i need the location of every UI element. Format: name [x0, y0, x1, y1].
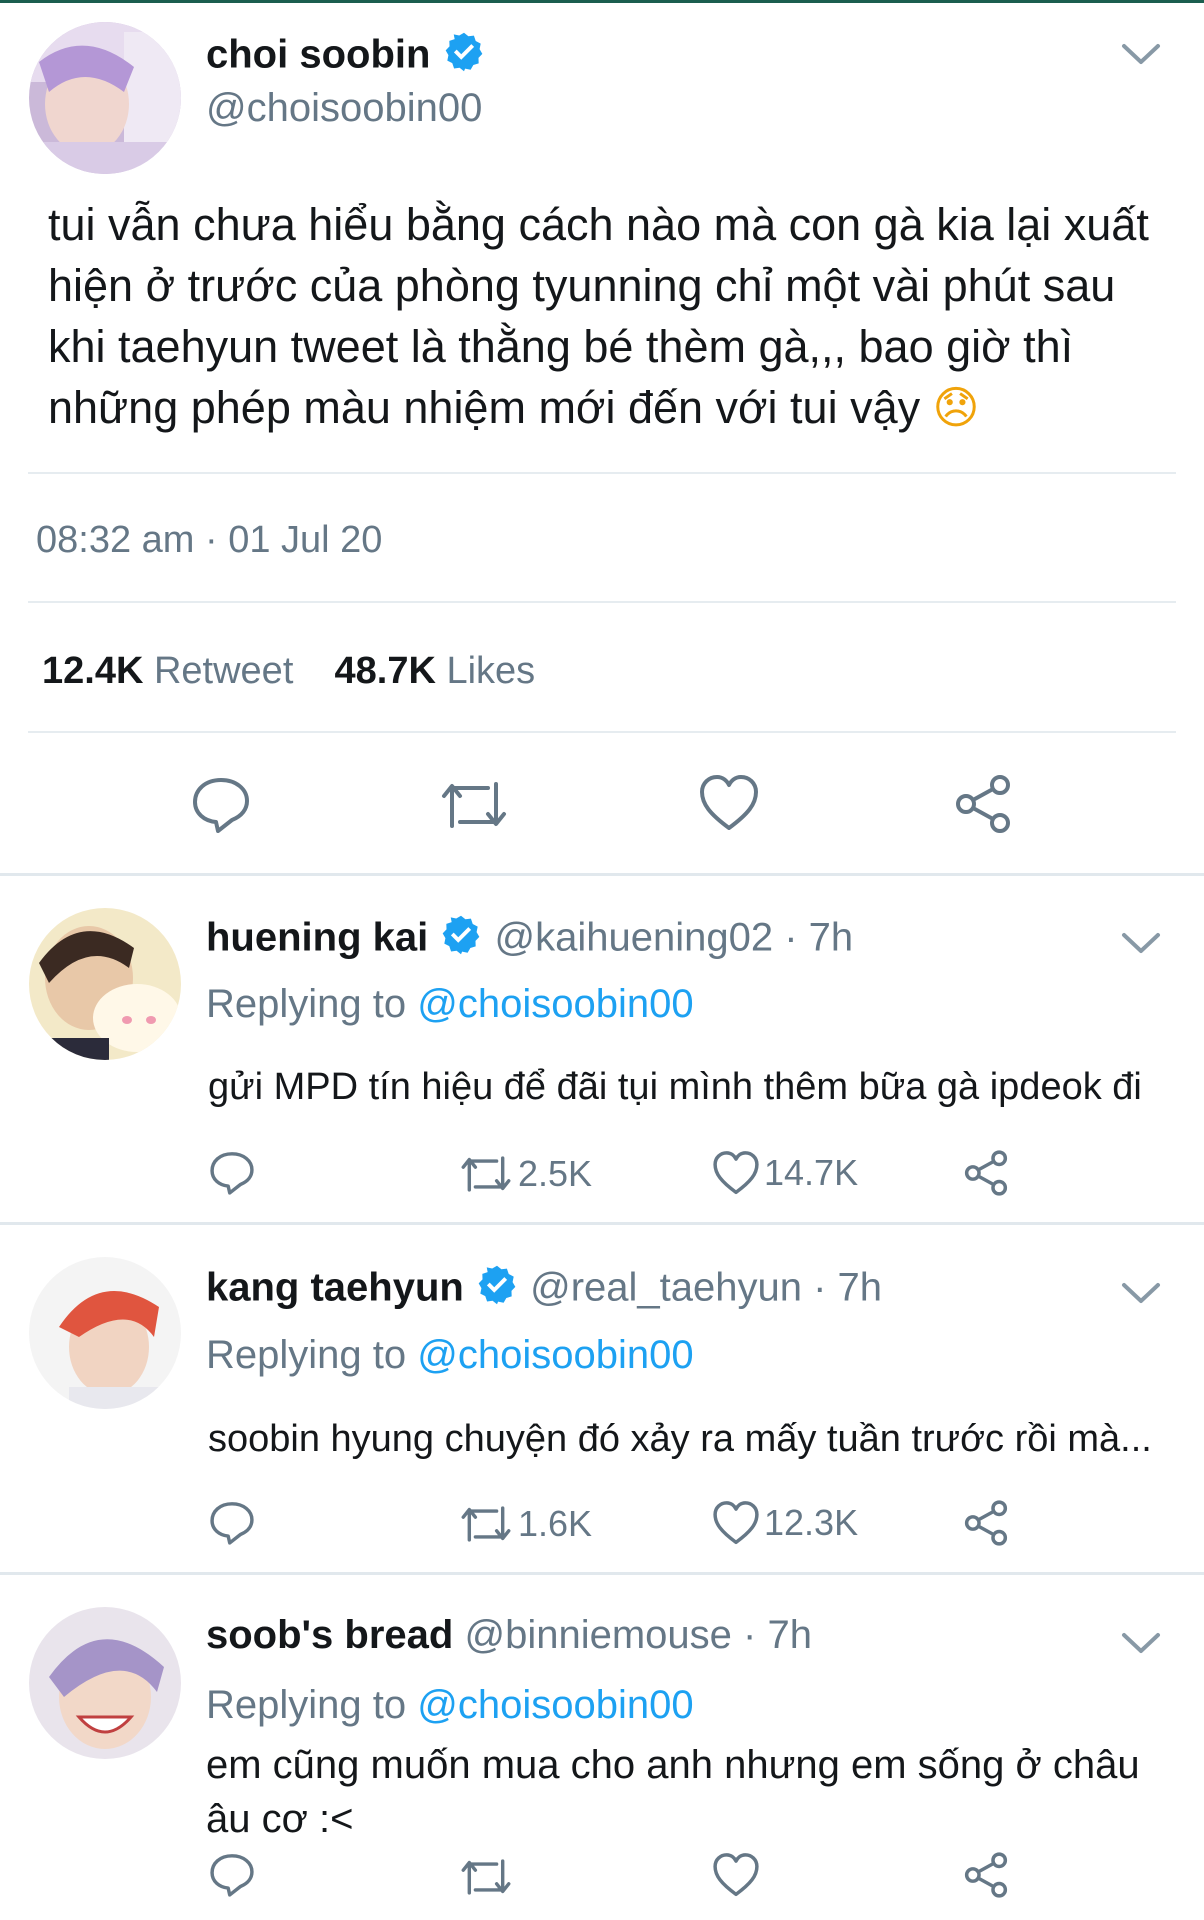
reply-button[interactable]: [208, 1852, 256, 1898]
author-name-text: choi soobin: [206, 32, 431, 77]
retweet-button[interactable]: 1.6K: [458, 1502, 592, 1546]
reply-author-name[interactable]: huening kai: [206, 916, 428, 960]
section-separator: [0, 1572, 1204, 1575]
avatar-kang-taehyun[interactable]: [29, 1257, 181, 1409]
chevron-down-icon[interactable]: [1120, 42, 1162, 73]
tweet-stats: 12.4K Retweet 48.7K Likes: [42, 650, 535, 693]
tweet-author-name[interactable]: choi soobin: [206, 30, 486, 84]
reply-author-name[interactable]: kang taehyun: [206, 1266, 464, 1310]
reply-button[interactable]: [208, 1500, 256, 1546]
replying-to: Replying to @choisoobin00: [206, 1333, 694, 1378]
likes-label[interactable]: Likes: [446, 650, 535, 692]
reply-header: huening kai @kaihuening02 · 7h: [206, 913, 853, 967]
reply-text: soobin hyung chuyện đó xảy ra mấy tuần t…: [208, 1418, 1152, 1460]
avatar-huening-kai[interactable]: [29, 908, 181, 1060]
tweet-body: tui vẫn chưa hiểu bằng cách nào mà con g…: [48, 194, 1178, 438]
reply-text: gửi MPD tín hiệu để đãi tụi mình thêm bữ…: [208, 1066, 1142, 1108]
likes-count[interactable]: 48.7K: [335, 650, 436, 692]
like-button[interactable]: 12.3K: [712, 1500, 858, 1546]
share-icon: [964, 1150, 1008, 1196]
divider: [28, 731, 1176, 733]
reply-text-line-2: âu cơ :<: [206, 1797, 354, 1841]
share-button[interactable]: [952, 773, 1014, 835]
share-button[interactable]: [962, 1499, 1010, 1547]
divider: [28, 601, 1176, 603]
verified-badge-icon: [439, 913, 483, 967]
retweet-count: 1.6K: [518, 1503, 593, 1544]
reply-button[interactable]: [208, 1150, 256, 1196]
replying-to-handle[interactable]: @choisoobin00: [417, 1333, 693, 1377]
share-icon: [964, 1852, 1008, 1898]
retweet-icon: [461, 1506, 511, 1542]
reply-text-line-1: em cũng muốn mua cho anh nhưng em sống ở…: [206, 1743, 1140, 1787]
reply-header: soob's bread @binniemouse · 7h: [206, 1613, 812, 1658]
like-button[interactable]: [698, 774, 760, 832]
retweet-button[interactable]: [458, 1855, 514, 1899]
reply-author-name[interactable]: soob's bread: [206, 1613, 453, 1657]
avatar-soobs-bread[interactable]: [29, 1607, 181, 1759]
like-icon: [713, 1853, 759, 1897]
like-count: 14.7K: [764, 1152, 859, 1193]
retweet-count: 2.5K: [518, 1153, 593, 1194]
divider: [28, 472, 1176, 474]
reply-header: kang taehyun @real_taehyun · 7h: [206, 1263, 882, 1317]
like-button[interactable]: 14.7K: [712, 1150, 858, 1196]
tweet-text: tui vẫn chưa hiểu bằng cách nào mà con g…: [48, 199, 1149, 433]
reply-time: · 7h: [743, 1613, 812, 1657]
like-button[interactable]: [712, 1852, 760, 1898]
reply-button[interactable]: [190, 775, 252, 835]
retweet-icon: [461, 1859, 511, 1895]
verified-badge-icon: [442, 30, 486, 84]
share-icon: [964, 1500, 1008, 1546]
reply-icon: [193, 778, 249, 833]
reply-author-handle[interactable]: @binniemouse: [464, 1613, 731, 1657]
tweet-author-handle[interactable]: @choisoobin00: [206, 86, 482, 131]
reply-author-handle[interactable]: @kaihuening02: [495, 916, 774, 960]
reply-time: · 7h: [813, 1265, 883, 1310]
replying-to: Replying to @choisoobin00: [206, 982, 694, 1027]
chevron-down-icon[interactable]: [1120, 931, 1162, 962]
like-count: 12.3K: [764, 1502, 859, 1543]
retweet-button[interactable]: 2.5K: [458, 1152, 592, 1196]
share-button[interactable]: [962, 1851, 1010, 1899]
like-icon: [700, 775, 758, 830]
section-separator: [0, 873, 1204, 876]
top-accent-line: [0, 0, 1204, 3]
replying-to: Replying to @choisoobin00: [206, 1683, 694, 1728]
like-icon: [713, 1151, 759, 1195]
share-button[interactable]: [962, 1149, 1010, 1197]
reply-icon: [210, 1152, 254, 1195]
retweet-label[interactable]: Retweet: [154, 650, 293, 692]
reply-author-handle[interactable]: @real_taehyun: [530, 1266, 802, 1310]
share-icon: [956, 775, 1010, 833]
reply-icon: [210, 1854, 254, 1897]
retweet-count[interactable]: 12.4K: [42, 650, 143, 692]
disappointed-face-emoji: 😞: [932, 381, 980, 434]
replying-to-handle[interactable]: @choisoobin00: [417, 982, 693, 1026]
avatar-choi-soobin[interactable]: [29, 22, 181, 174]
replying-to-handle[interactable]: @choisoobin00: [417, 1683, 693, 1727]
chevron-down-icon[interactable]: [1120, 1281, 1162, 1312]
retweet-icon: [461, 1156, 511, 1192]
retweet-button[interactable]: [438, 776, 510, 834]
verified-badge-icon: [475, 1263, 519, 1317]
replying-to-label: Replying to: [206, 982, 407, 1026]
section-separator: [0, 1222, 1204, 1225]
reply-time: · 7h: [784, 915, 854, 960]
replying-to-label: Replying to: [206, 1683, 407, 1727]
chevron-down-icon[interactable]: [1120, 1631, 1162, 1662]
replying-to-label: Replying to: [206, 1333, 407, 1377]
like-icon: [713, 1501, 759, 1545]
tweet-timestamp[interactable]: 08:32 am · 01 Jul 20: [36, 519, 382, 562]
reply-icon: [210, 1502, 254, 1545]
retweet-icon: [442, 782, 506, 828]
